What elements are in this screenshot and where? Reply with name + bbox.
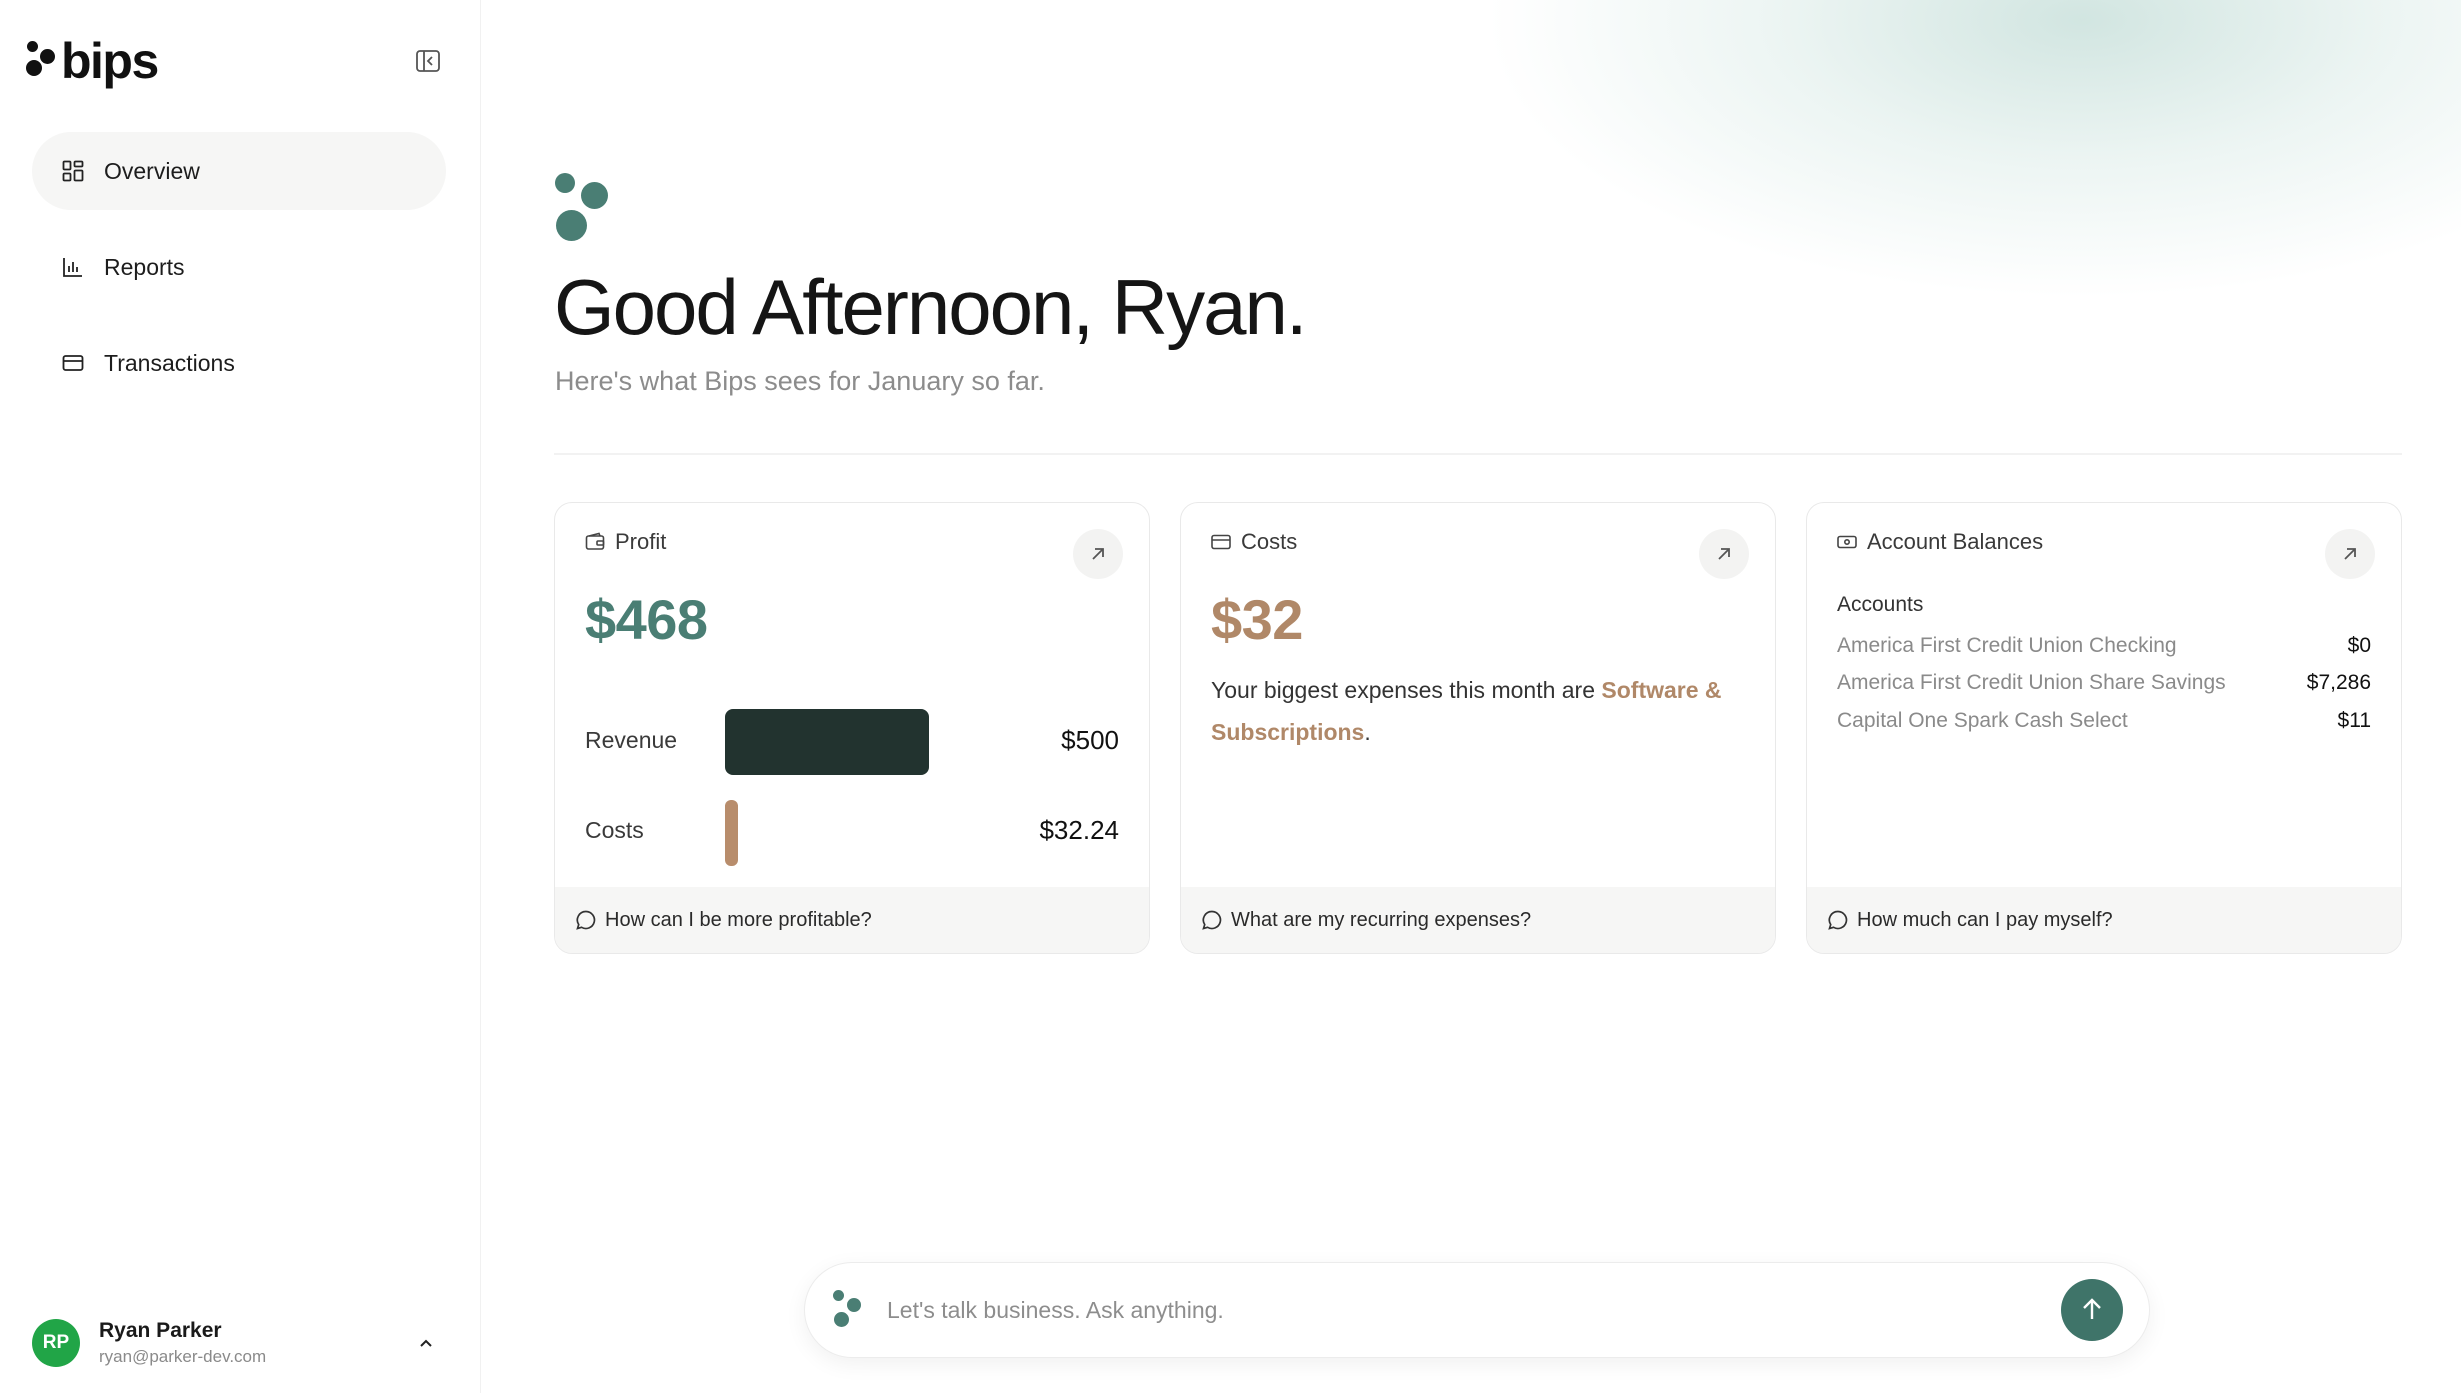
account-name: Capital One Spark Cash Select (1837, 709, 2128, 732)
page-subtitle: Here's what Bips sees for January so far… (555, 366, 1045, 396)
card-icon (62, 352, 84, 374)
sidebar-toggle-icon (416, 50, 440, 72)
list-item[interactable]: America First Credit Union Share Savings… (1837, 671, 2371, 695)
send-button[interactable] (2061, 1279, 2123, 1341)
chat-bubble-icon (1201, 908, 1225, 932)
arrow-up-right-icon (1092, 548, 1104, 560)
page-title: Good Afternoon, Ryan. (554, 263, 1308, 351)
bar-chart-icon (62, 256, 84, 278)
divider (554, 453, 2402, 455)
logo-wordmark: bips (61, 33, 159, 89)
bips-dots-icon (554, 170, 616, 242)
costs-value: $32.24 (1039, 815, 1119, 845)
card-title: Profit (615, 529, 667, 554)
open-balances-button[interactable] (2325, 529, 2375, 579)
chevron-up-icon[interactable] (416, 1333, 436, 1353)
logo-dots-icon (25, 39, 59, 83)
card-icon (1211, 532, 1231, 552)
costs-card: Costs $32 Your biggest expenses this mon… (1180, 502, 1776, 954)
card-title: Costs (1241, 529, 1298, 554)
prompt-text: How can I be more profitable? (605, 908, 872, 931)
app-root: bips Overview Reports Transactions RP Ry… (0, 0, 2461, 1393)
sidebar-item-reports[interactable]: Reports (32, 228, 446, 306)
card-header: Account Balances (1837, 529, 2043, 555)
grid-icon (62, 160, 84, 182)
sidebar-item-label: Overview (104, 157, 200, 184)
profit-prompt[interactable]: How can I be more profitable? (555, 887, 1149, 953)
bips-dots-icon (833, 1290, 867, 1330)
sidebar-item-transactions[interactable]: Transactions (32, 324, 446, 402)
costs-summary: Your biggest expenses this month are Sof… (1211, 669, 1751, 753)
costs-label: Costs (585, 817, 644, 843)
cash-icon (1837, 532, 1857, 552)
sidebar-item-label: Transactions (104, 349, 235, 376)
costs-bar (725, 800, 739, 866)
wallet-icon (585, 532, 605, 552)
background-glow (1482, 0, 2461, 300)
main-content: Good Afternoon, Ryan. Here's what Bips s… (482, 0, 2461, 1393)
list-item[interactable]: America First Credit Union Checking $0 (1837, 634, 2371, 658)
user-info: Ryan Parker ryan@parker-dev.com (99, 1319, 266, 1367)
balances-prompt[interactable]: How much can I pay myself? (1807, 887, 2401, 953)
user-name: Ryan Parker (99, 1319, 222, 1342)
account-balance: $0 (2347, 634, 2371, 657)
arrow-up-right-icon (1718, 548, 1730, 560)
arrow-up-right-icon (2344, 548, 2356, 560)
costs-amount: $32 (1211, 588, 1303, 651)
account-name: America First Credit Union Checking (1837, 634, 2177, 657)
costs-prompt[interactable]: What are my recurring expenses? (1181, 887, 1775, 953)
revenue-label: Revenue (585, 727, 678, 753)
revenue-value: $500 (1061, 725, 1119, 755)
card-header: Profit (585, 529, 666, 555)
chat-bubble-icon (575, 908, 599, 932)
open-costs-button[interactable] (1699, 529, 1749, 579)
card-header: Costs (1211, 529, 1297, 555)
chat-input[interactable] (887, 1296, 2061, 1324)
avatar: RP (32, 1319, 80, 1367)
costs-summary-prefix: Your biggest expenses this month are (1211, 677, 1602, 703)
account-balances-card: Account Balances Accounts America First … (1806, 502, 2402, 954)
accounts-heading: Accounts (1837, 593, 1924, 616)
sidebar-item-overview[interactable]: Overview (32, 132, 446, 210)
chat-box (804, 1262, 2150, 1358)
profit-card: Profit $468 Revenue $500 Costs $32.24 Ho… (554, 502, 1150, 954)
profit-amount: $468 (585, 588, 708, 651)
bips-logo[interactable]: bips (25, 33, 159, 89)
collapse-sidebar-button[interactable] (415, 49, 441, 73)
user-menu[interactable]: RP Ryan Parker ryan@parker-dev.com (32, 1315, 446, 1371)
list-item[interactable]: Capital One Spark Cash Select $11 (1837, 709, 2371, 733)
sidebar-item-label: Reports (104, 253, 185, 280)
prompt-text: How much can I pay myself? (1857, 908, 2113, 931)
revenue-bar (725, 709, 929, 775)
account-balance: $11 (2337, 709, 2371, 732)
card-title: Account Balances (1867, 529, 2044, 554)
arrow-up-icon (2083, 1298, 2101, 1319)
costs-summary-suffix: . (1364, 719, 1371, 745)
account-balance: $7,286 (2306, 671, 2371, 694)
account-name: America First Credit Union Share Savings (1837, 671, 2226, 694)
chat-bubble-icon (1827, 908, 1851, 932)
sidebar-nav: Overview Reports Transactions (32, 132, 446, 420)
prompt-text: What are my recurring expenses? (1231, 908, 1532, 931)
open-profit-button[interactable] (1073, 529, 1123, 579)
sidebar: bips Overview Reports Transactions RP Ry… (0, 0, 481, 1393)
user-email: ryan@parker-dev.com (99, 1347, 267, 1366)
